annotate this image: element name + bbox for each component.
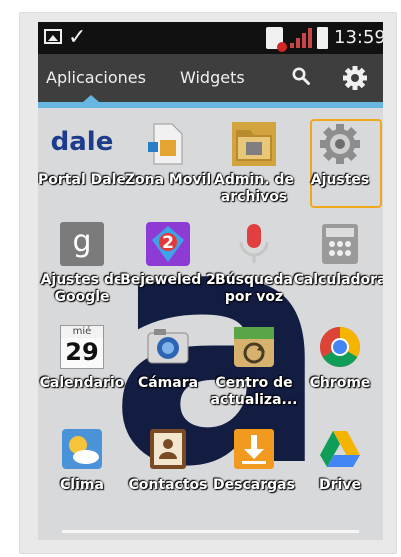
app-label: Drive bbox=[319, 477, 361, 493]
settings-gear-icon bbox=[320, 124, 360, 164]
app-label: Centro de actualiza... bbox=[210, 375, 298, 408]
microphone-icon bbox=[239, 224, 269, 263]
camera-icon bbox=[147, 329, 189, 364]
app-label: Cámara bbox=[137, 375, 199, 391]
contacts-icon bbox=[150, 429, 186, 469]
svg-text:2: 2 bbox=[162, 233, 174, 253]
signal-strength-icon bbox=[290, 28, 312, 48]
app-label: Ajustes bbox=[310, 172, 370, 188]
page-indicator bbox=[62, 530, 359, 533]
drive-icon bbox=[320, 431, 360, 467]
download-icon bbox=[234, 429, 274, 469]
gallery-notification-icon bbox=[44, 29, 62, 44]
google-settings-icon: g bbox=[60, 222, 104, 266]
bejeweled-icon: 2 bbox=[146, 222, 190, 266]
search-icon[interactable] bbox=[292, 67, 310, 85]
sim-card-icon bbox=[148, 123, 183, 165]
tab-bar: Aplicaciones Widgets bbox=[38, 54, 383, 108]
wallpaper-letter: a bbox=[108, 155, 331, 539]
app-label: Admin. de archivos bbox=[214, 172, 294, 205]
app-label: Zona Movil bbox=[124, 172, 212, 188]
app-label: Calculadora bbox=[293, 272, 383, 288]
calendar-date: 29 bbox=[65, 338, 99, 366]
calendar-weekday: mié bbox=[61, 326, 103, 338]
app-label: Búsqueda por voz bbox=[215, 272, 293, 305]
calendar-icon: mié 29 bbox=[60, 325, 104, 369]
app-label: Bejeweled 2 bbox=[120, 272, 216, 288]
phone-screen: ✓ 13:59 Aplicaciones Widgets a dale Port… bbox=[38, 22, 383, 540]
folder-icon bbox=[232, 122, 276, 166]
no-sim-icon bbox=[266, 27, 287, 52]
update-center-icon bbox=[234, 327, 274, 367]
dale-logo-icon: dale bbox=[50, 127, 114, 157]
tab-widgets[interactable]: Widgets bbox=[180, 54, 245, 102]
battery-icon bbox=[317, 27, 328, 49]
tab-selection-pointer bbox=[83, 95, 99, 102]
tab-indicator bbox=[38, 102, 383, 108]
calculator-icon bbox=[322, 224, 358, 264]
weather-icon bbox=[62, 429, 102, 469]
checkmark-notification-icon: ✓ bbox=[68, 25, 87, 50]
app-label: Descargas bbox=[213, 477, 295, 493]
chrome-icon bbox=[320, 327, 360, 367]
status-bar: ✓ 13:59 bbox=[38, 22, 383, 54]
status-clock: 13:59 bbox=[334, 27, 383, 48]
app-label: Chrome bbox=[309, 375, 371, 391]
app-label: Contactos bbox=[128, 477, 208, 493]
gear-icon[interactable] bbox=[342, 65, 368, 91]
